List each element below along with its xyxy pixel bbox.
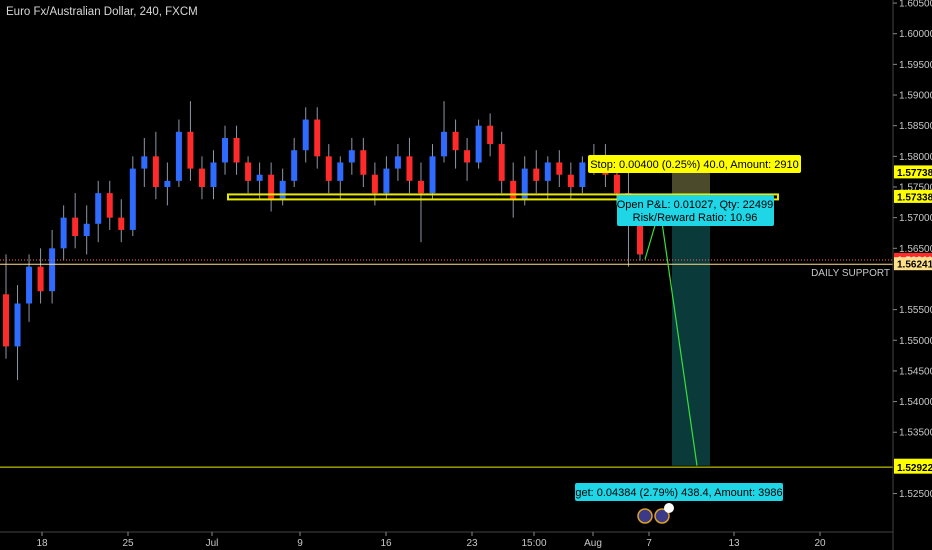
y-axis: 1.60500 1.60000 1.59500 1.59000 1.58500 1.580… (892, 0, 932, 550)
x-tick-label: 18 (36, 538, 48, 549)
x-tick-label: 16 (380, 538, 392, 549)
price-tag-label: 1.56241 (897, 260, 932, 271)
y-tick-label: 1.54000 (899, 397, 932, 408)
candle-body (487, 125, 494, 145)
candle-body (129, 168, 136, 230)
candle-body (210, 162, 217, 187)
x-tick-label: Jul (206, 538, 219, 549)
candle-body (475, 125, 482, 163)
candle-body (429, 156, 436, 194)
x-tick-label: 25 (122, 538, 134, 549)
candle-body (441, 131, 448, 157)
candle-body (256, 174, 263, 181)
y-tick-label: 1.54500 (899, 366, 932, 377)
y-tick-label: 1.55000 (899, 336, 932, 347)
candle-body (417, 180, 424, 194)
x-tick-label: 13 (728, 538, 740, 549)
stop-label: Stop: 0.00400 (0.25%) 40.0, Amount: 2910 (590, 159, 799, 171)
candle-body (337, 162, 344, 181)
daily-support-label: DAILY SUPPORT (811, 268, 890, 279)
target-label: Target: 0.04384 (2.79%) 438.4, Amount: 3… (560, 487, 798, 499)
x-tick-label: 23 (466, 538, 478, 549)
y-tick-label: 1.59000 (899, 91, 932, 102)
x-tick-label: 7 (646, 538, 652, 549)
pnl-label-line2: Risk/Reward Ratio: 10.96 (633, 212, 758, 224)
candle-body (579, 162, 586, 187)
candle-body (383, 168, 390, 194)
candle-body (141, 156, 148, 169)
y-tick-label: 1.53500 (899, 428, 932, 439)
price-tag-label: 1.57338 (897, 192, 932, 203)
x-tick-label: Aug (584, 538, 602, 549)
x-tick-label: 20 (814, 538, 826, 549)
candle-body (452, 131, 459, 151)
y-tick-label: 1.60500 (899, 0, 932, 10)
candle-body (222, 137, 229, 163)
candle-body (291, 150, 298, 181)
price-tag-label: 1.57738 (897, 168, 932, 179)
stop-zone (672, 172, 710, 197)
candle-body (567, 174, 574, 187)
candle-body (72, 217, 79, 237)
level-lines: DAILY SUPPORT (0, 193, 893, 468)
candle-body (325, 156, 332, 181)
y-tick-label: 1.58000 (899, 152, 932, 163)
candle-body (613, 174, 620, 194)
x-tick-label: 9 (297, 538, 303, 549)
candle-body (37, 266, 44, 292)
candle-body (164, 180, 171, 187)
y-tick-label: 1.60000 (899, 29, 932, 40)
candle-body (498, 144, 505, 181)
y-tick-label: 1.57000 (899, 213, 932, 224)
event-count-icon[interactable] (664, 503, 674, 513)
candle-body (106, 193, 113, 218)
candle-body (60, 217, 67, 249)
y-tick-label: 1.59500 (899, 60, 932, 71)
candle-body (302, 119, 309, 151)
candle-body (152, 156, 159, 187)
candlestick-chart[interactable]: DAILY SUPPORT Stop: 0.00400 (0.25%) 40.0… (0, 0, 932, 550)
candle-body (245, 162, 252, 181)
pnl-label-line1: Open P&L: 0.01027, Qty: 22499 (617, 199, 774, 211)
event-flag-icon[interactable] (637, 508, 653, 524)
candle-body (233, 137, 240, 163)
candle-body (49, 248, 56, 292)
event-icons[interactable] (637, 503, 674, 524)
candle-body (510, 180, 517, 200)
x-tick-label: 15:00 (521, 538, 546, 549)
y-tick-label: 1.55500 (899, 305, 932, 316)
candle-body (394, 156, 401, 169)
price-tag-label: 1.52922 (897, 463, 932, 474)
candle-body (198, 168, 205, 187)
candle-body (83, 223, 90, 237)
candle-body (187, 131, 194, 169)
x-axis: 18 25 Jul 9 16 23 15:00 Aug 7 13 20 (0, 531, 893, 549)
candle-body (533, 168, 540, 181)
candle-body (464, 150, 471, 163)
candle-body (118, 217, 125, 230)
candle-body (371, 174, 378, 194)
candle-body (175, 131, 182, 181)
candle-body (14, 303, 21, 347)
candle-body (314, 119, 321, 157)
candle-body (406, 156, 413, 181)
candle-body (26, 266, 33, 304)
y-tick-label: 1.58500 (899, 121, 932, 132)
candles-layer (3, 101, 643, 381)
candle-body (3, 294, 9, 347)
candle-body (556, 162, 563, 175)
candle-body (95, 193, 102, 224)
candle-body (360, 150, 367, 175)
candle-body (348, 150, 355, 163)
candle-body (544, 162, 551, 181)
candle-body (268, 174, 275, 200)
candle-body (279, 180, 286, 200)
y-tick-label: 1.52500 (899, 489, 932, 500)
